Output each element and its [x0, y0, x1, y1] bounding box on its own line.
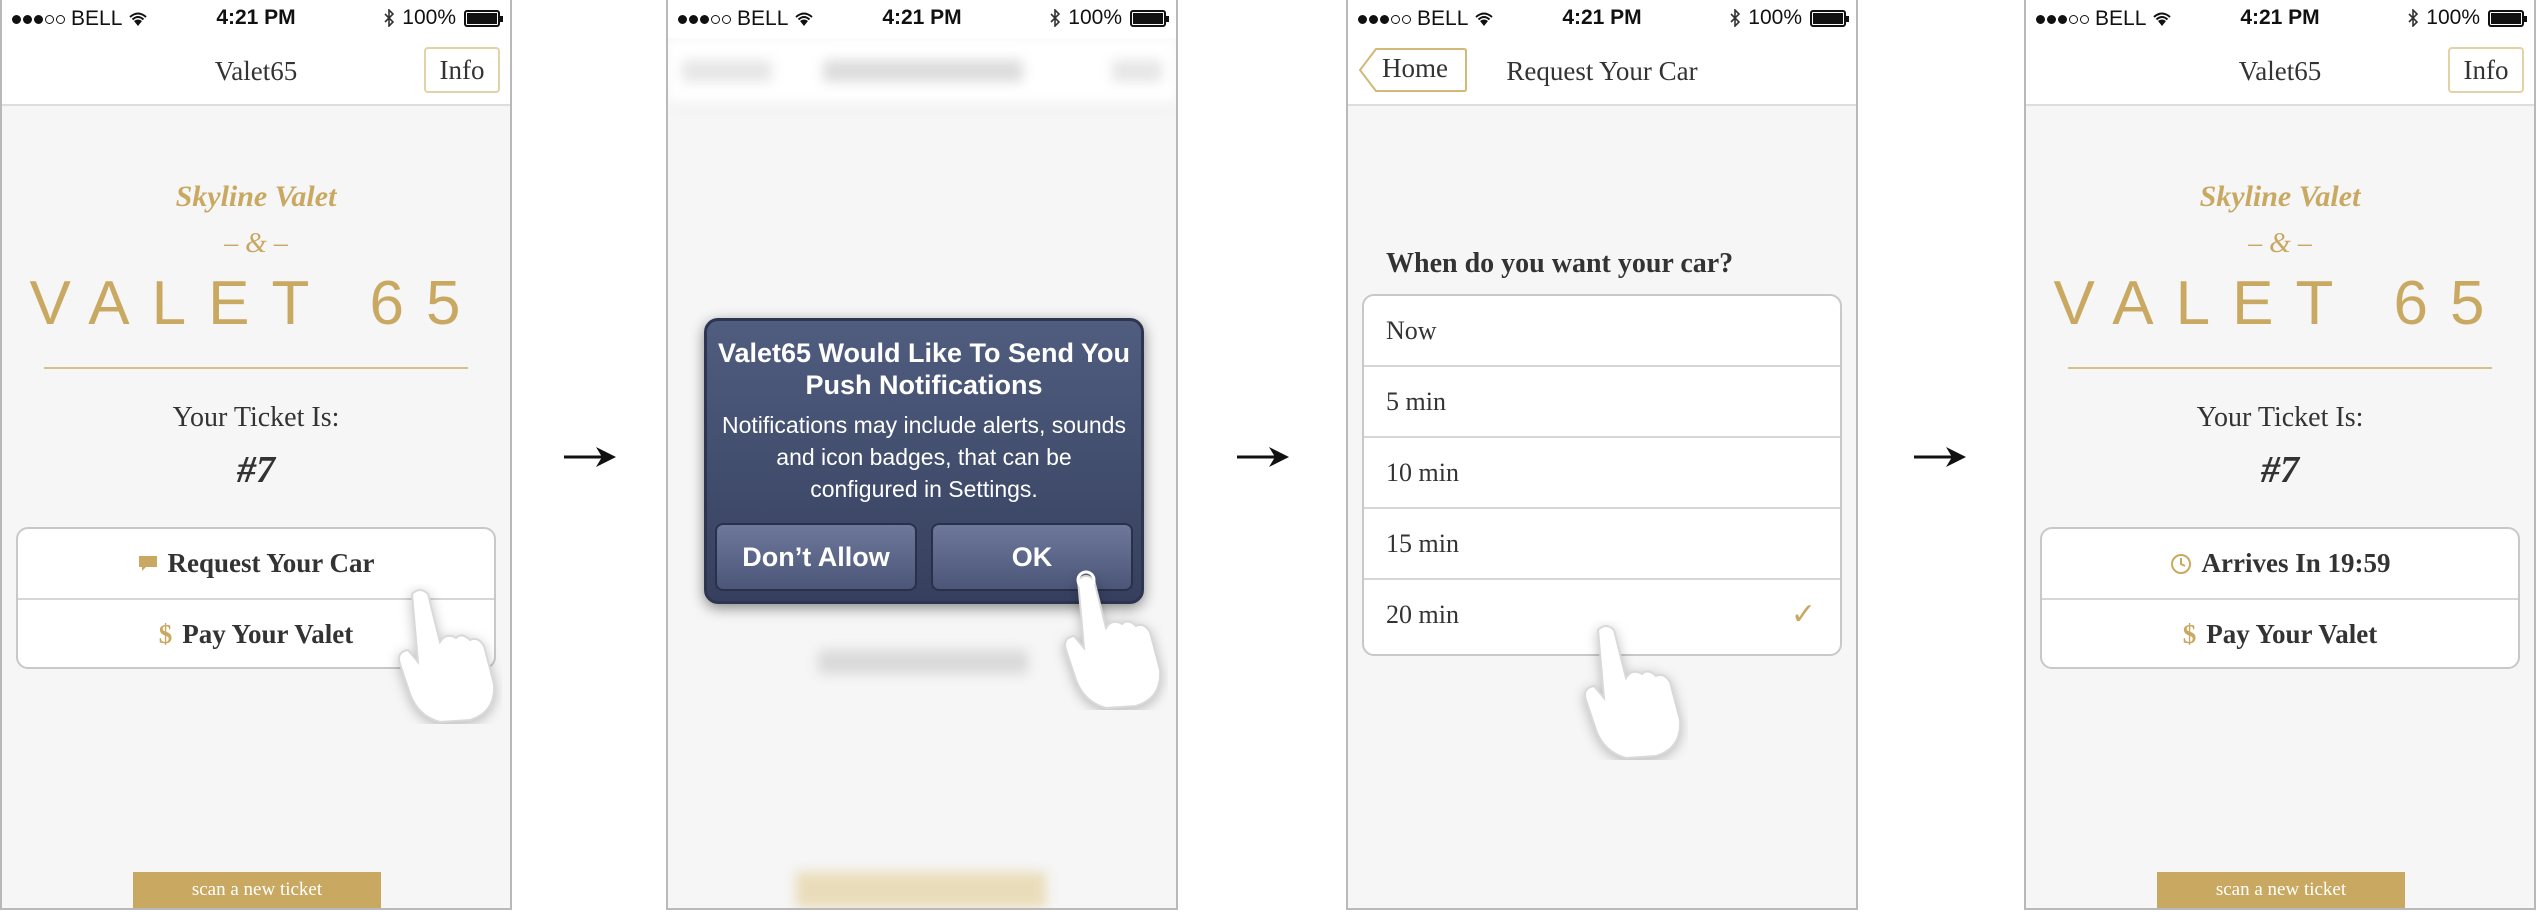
battery-level — [2491, 12, 2521, 24]
time-option-now[interactable]: Now — [1364, 296, 1840, 367]
arrow-right-icon — [564, 447, 616, 467]
info-button[interactable]: Info — [2448, 47, 2524, 93]
blurred-nav-title — [823, 60, 1023, 82]
battery-percent: 100% — [1748, 6, 1802, 29]
brand-ampersand: – & – — [2248, 228, 2312, 259]
alert-title: Valet65 Would Like To Send You Push Noti… — [717, 338, 1131, 400]
nav-bar: Home Request Your Car — [1348, 38, 1856, 106]
bluetooth-icon — [2408, 9, 2419, 27]
pay-valet-label: Pay Your Valet — [182, 619, 354, 649]
status-right: 100% — [1730, 6, 1849, 30]
battery-level — [1813, 12, 1843, 24]
time-option-label: 20 min — [1386, 600, 1459, 629]
battery-icon — [2488, 9, 2527, 27]
time-option-label: 5 min — [1386, 387, 1446, 416]
scan-ticket-button[interactable]: scan a new ticket — [133, 872, 381, 908]
request-car-label: Request Your Car — [167, 548, 375, 578]
nav-title: Request Your Car — [1506, 56, 1698, 86]
time-option-5-min[interactable]: 5 min — [1364, 367, 1840, 438]
time-option-label: 15 min — [1386, 529, 1459, 558]
status-bar: BELL 4:21 PM 100% — [2, 0, 510, 38]
time-option-10-min[interactable]: 10 min — [1364, 438, 1840, 509]
time-option-label: Now — [1386, 316, 1437, 345]
status-bar: BELL 4:21 PM 100% — [668, 0, 1176, 38]
status-bar: BELL 4:21 PM 100% — [1348, 0, 1856, 38]
blurred-info-button — [1112, 60, 1162, 82]
arrives-in-label: Arrives In 19:59 — [2201, 548, 2391, 578]
battery-icon — [464, 9, 503, 27]
brand-line: Skyline Valet — [175, 180, 337, 213]
screen-car-arriving: BELL 4:21 PM 100% Valet65 Info Skyline V… — [2024, 0, 2536, 910]
pointing-hand-icon — [398, 589, 496, 724]
dollar-icon: $ — [158, 619, 173, 649]
divider — [44, 367, 468, 369]
screen-notification-prompt: BELL 4:21 PM 100% Valet65 Would Like To … — [666, 0, 1178, 910]
blurred-pay-button — [818, 650, 1028, 674]
battery-level — [467, 12, 497, 24]
brand-logo: VALET 65 — [29, 269, 483, 338]
ticket-label: Your Ticket Is: — [172, 402, 340, 433]
pay-valet-button[interactable]: $ Pay Your Valet — [2042, 600, 2518, 669]
checkmark-icon: ✓ — [1790, 598, 1816, 631]
blurred-scan-button — [796, 872, 1046, 908]
bluetooth-icon — [1050, 9, 1061, 27]
arrow-right-icon — [1914, 447, 1966, 467]
divider — [2068, 367, 2492, 369]
dont-allow-button[interactable]: Don’t Allow — [715, 523, 917, 591]
status-right: 100% — [2408, 6, 2527, 30]
scan-ticket-button[interactable]: scan a new ticket — [2157, 872, 2405, 908]
bluetooth-icon — [1730, 9, 1741, 27]
screen-request-car: BELL 4:21 PM 100% Home Request Your Car … — [1346, 0, 1858, 910]
status-right: 100% — [1050, 6, 1169, 30]
battery-icon — [1130, 9, 1169, 27]
ticket-number: #7 — [237, 449, 275, 491]
brand-logo: VALET 65 — [2053, 269, 2507, 338]
pointing-hand-icon — [1064, 570, 1162, 710]
arrival-status-button[interactable]: Arrives In 19:59 — [2042, 529, 2518, 600]
nav-bar: Valet65 Info — [2026, 38, 2534, 106]
nav-bar: Valet65 Info — [2, 38, 510, 106]
time-options-list: Now 5 min 10 min 15 min 20 min ✓ — [1362, 294, 1842, 656]
question-label: When do you want your car? — [1386, 248, 1734, 279]
ticket-label: Your Ticket Is: — [2196, 402, 2364, 433]
time-option-15-min[interactable]: 15 min — [1364, 509, 1840, 580]
status-right: 100% — [384, 6, 503, 30]
brand-line: Skyline Valet — [2199, 180, 2361, 213]
ticket-number: #7 — [2261, 449, 2299, 491]
action-group: Arrives In 19:59 $ Pay Your Valet — [2040, 527, 2520, 669]
pay-valet-label: Pay Your Valet — [2206, 619, 2378, 649]
battery-icon — [1810, 9, 1849, 27]
pointing-hand-icon — [1584, 625, 1682, 760]
screen-home: BELL 4:21 PM 100% Valet65 Info Skyline V… — [0, 0, 512, 910]
blurred-back-button — [682, 60, 772, 82]
dollar-icon: $ — [2182, 619, 2197, 649]
battery-level — [1133, 12, 1163, 24]
battery-percent: 100% — [1068, 6, 1122, 29]
battery-percent: 100% — [402, 6, 456, 29]
brand-ampersand: – & – — [224, 228, 288, 259]
alert-message: Notifications may include alerts, sounds… — [722, 412, 1126, 502]
status-bar: BELL 4:21 PM 100% — [2026, 0, 2534, 38]
info-button[interactable]: Info — [424, 47, 500, 93]
push-notification-alert: Valet65 Would Like To Send You Push Noti… — [704, 318, 1144, 604]
arrow-right-icon — [1237, 447, 1289, 467]
time-option-label: 10 min — [1386, 458, 1459, 487]
battery-percent: 100% — [2426, 6, 2480, 29]
clock-icon — [2170, 553, 2191, 574]
nav-bar-blurred — [668, 38, 1176, 106]
chat-icon — [138, 555, 157, 571]
bluetooth-icon — [384, 9, 395, 27]
